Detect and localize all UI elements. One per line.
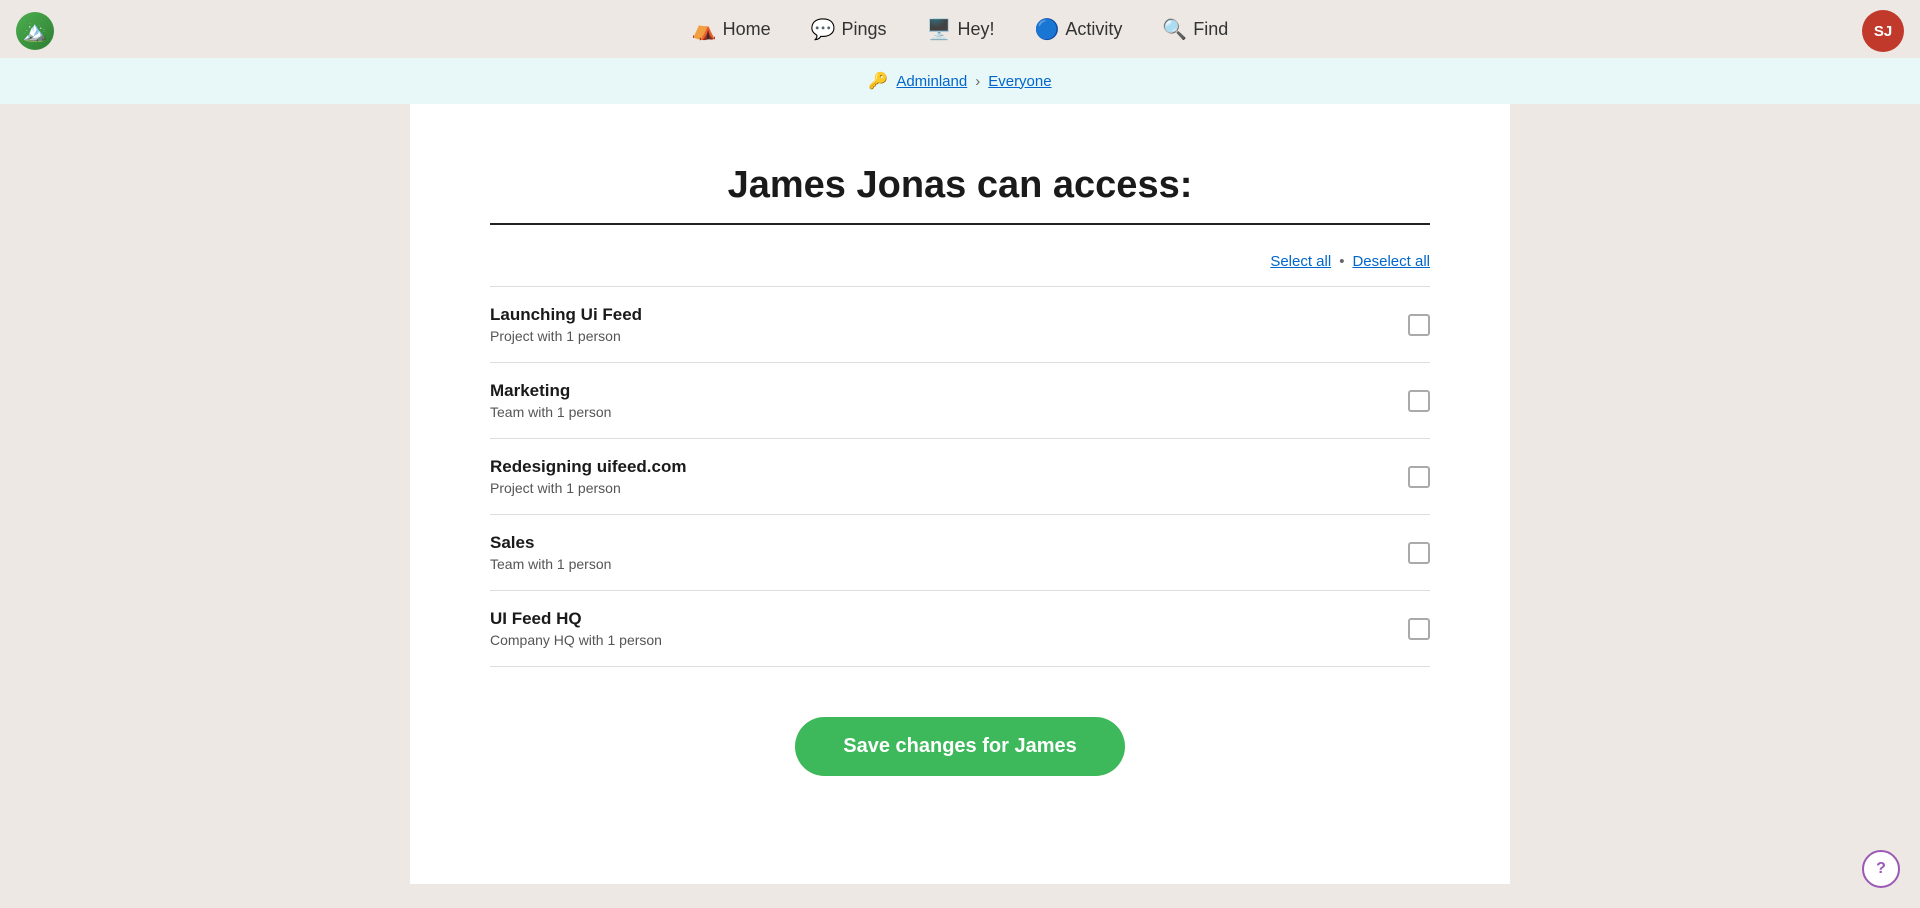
access-item: Launching Ui Feed Project with 1 person: [490, 286, 1430, 363]
adminland-icon: 🔑: [868, 71, 888, 91]
select-dot: •: [1339, 253, 1344, 270]
item-info: Marketing Team with 1 person: [490, 381, 611, 420]
select-controls: Select all • Deselect all: [490, 253, 1430, 270]
nav-hey[interactable]: 🖥️ Hey!: [927, 17, 995, 42]
home-icon: ⛺: [692, 17, 717, 42]
nav-hey-label: Hey!: [957, 19, 994, 40]
access-item: Marketing Team with 1 person: [490, 363, 1430, 439]
everyone-link[interactable]: Everyone: [988, 73, 1051, 90]
item-checkbox[interactable]: [1408, 618, 1430, 640]
find-icon: 🔍: [1162, 17, 1187, 42]
title-divider: [490, 223, 1430, 225]
nav-activity[interactable]: 🔵 Activity: [1034, 17, 1122, 42]
item-description: Project with 1 person: [490, 328, 642, 344]
nav-find[interactable]: 🔍 Find: [1162, 17, 1228, 42]
item-name: UI Feed HQ: [490, 609, 662, 629]
page-title: James Jonas can access:: [490, 164, 1430, 207]
item-description: Company HQ with 1 person: [490, 632, 662, 648]
app-logo: 🏔️: [16, 12, 54, 50]
nav-find-label: Find: [1193, 19, 1228, 40]
item-info: Redesigning uifeed.com Project with 1 pe…: [490, 457, 686, 496]
breadcrumb: 🔑 Adminland › Everyone: [0, 58, 1920, 104]
nav-home[interactable]: ⛺ Home: [692, 17, 771, 42]
item-name: Redesigning uifeed.com: [490, 457, 686, 477]
nav-pings-label: Pings: [842, 19, 887, 40]
adminland-link[interactable]: Adminland: [896, 73, 967, 90]
nav-activity-label: Activity: [1065, 19, 1122, 40]
item-info: Sales Team with 1 person: [490, 533, 611, 572]
item-info: UI Feed HQ Company HQ with 1 person: [490, 609, 662, 648]
nav-home-label: Home: [723, 19, 771, 40]
item-checkbox[interactable]: [1408, 542, 1430, 564]
select-all-link[interactable]: Select all: [1270, 253, 1331, 270]
save-button[interactable]: Save changes for James: [795, 717, 1124, 776]
access-list: Launching Ui Feed Project with 1 person …: [490, 286, 1430, 667]
deselect-all-link[interactable]: Deselect all: [1352, 253, 1430, 270]
user-avatar[interactable]: SJ: [1862, 10, 1904, 52]
item-info: Launching Ui Feed Project with 1 person: [490, 305, 642, 344]
item-name: Launching Ui Feed: [490, 305, 642, 325]
item-checkbox[interactable]: [1408, 390, 1430, 412]
main-content: James Jonas can access: Select all • Des…: [410, 104, 1510, 884]
item-description: Team with 1 person: [490, 404, 611, 420]
top-navigation: ⛺ Home 💬 Pings 🖥️ Hey! 🔵 Activity 🔍 Find: [0, 0, 1920, 58]
access-item: UI Feed HQ Company HQ with 1 person: [490, 591, 1430, 667]
logo-icon: 🏔️: [23, 19, 48, 44]
activity-icon: 🔵: [1034, 17, 1059, 42]
hey-icon: 🖥️: [927, 17, 952, 42]
nav-pings[interactable]: 💬 Pings: [811, 17, 887, 42]
item-name: Sales: [490, 533, 611, 553]
save-button-wrapper: Save changes for James: [490, 717, 1430, 776]
user-initials: SJ: [1874, 23, 1892, 40]
item-checkbox[interactable]: [1408, 466, 1430, 488]
pings-icon: 💬: [811, 17, 836, 42]
breadcrumb-separator: ›: [975, 73, 980, 90]
item-description: Team with 1 person: [490, 556, 611, 572]
access-item: Sales Team with 1 person: [490, 515, 1430, 591]
access-item: Redesigning uifeed.com Project with 1 pe…: [490, 439, 1430, 515]
item-name: Marketing: [490, 381, 611, 401]
item-description: Project with 1 person: [490, 480, 686, 496]
item-checkbox[interactable]: [1408, 314, 1430, 336]
help-button[interactable]: ?: [1862, 850, 1900, 888]
help-icon: ?: [1876, 860, 1886, 878]
